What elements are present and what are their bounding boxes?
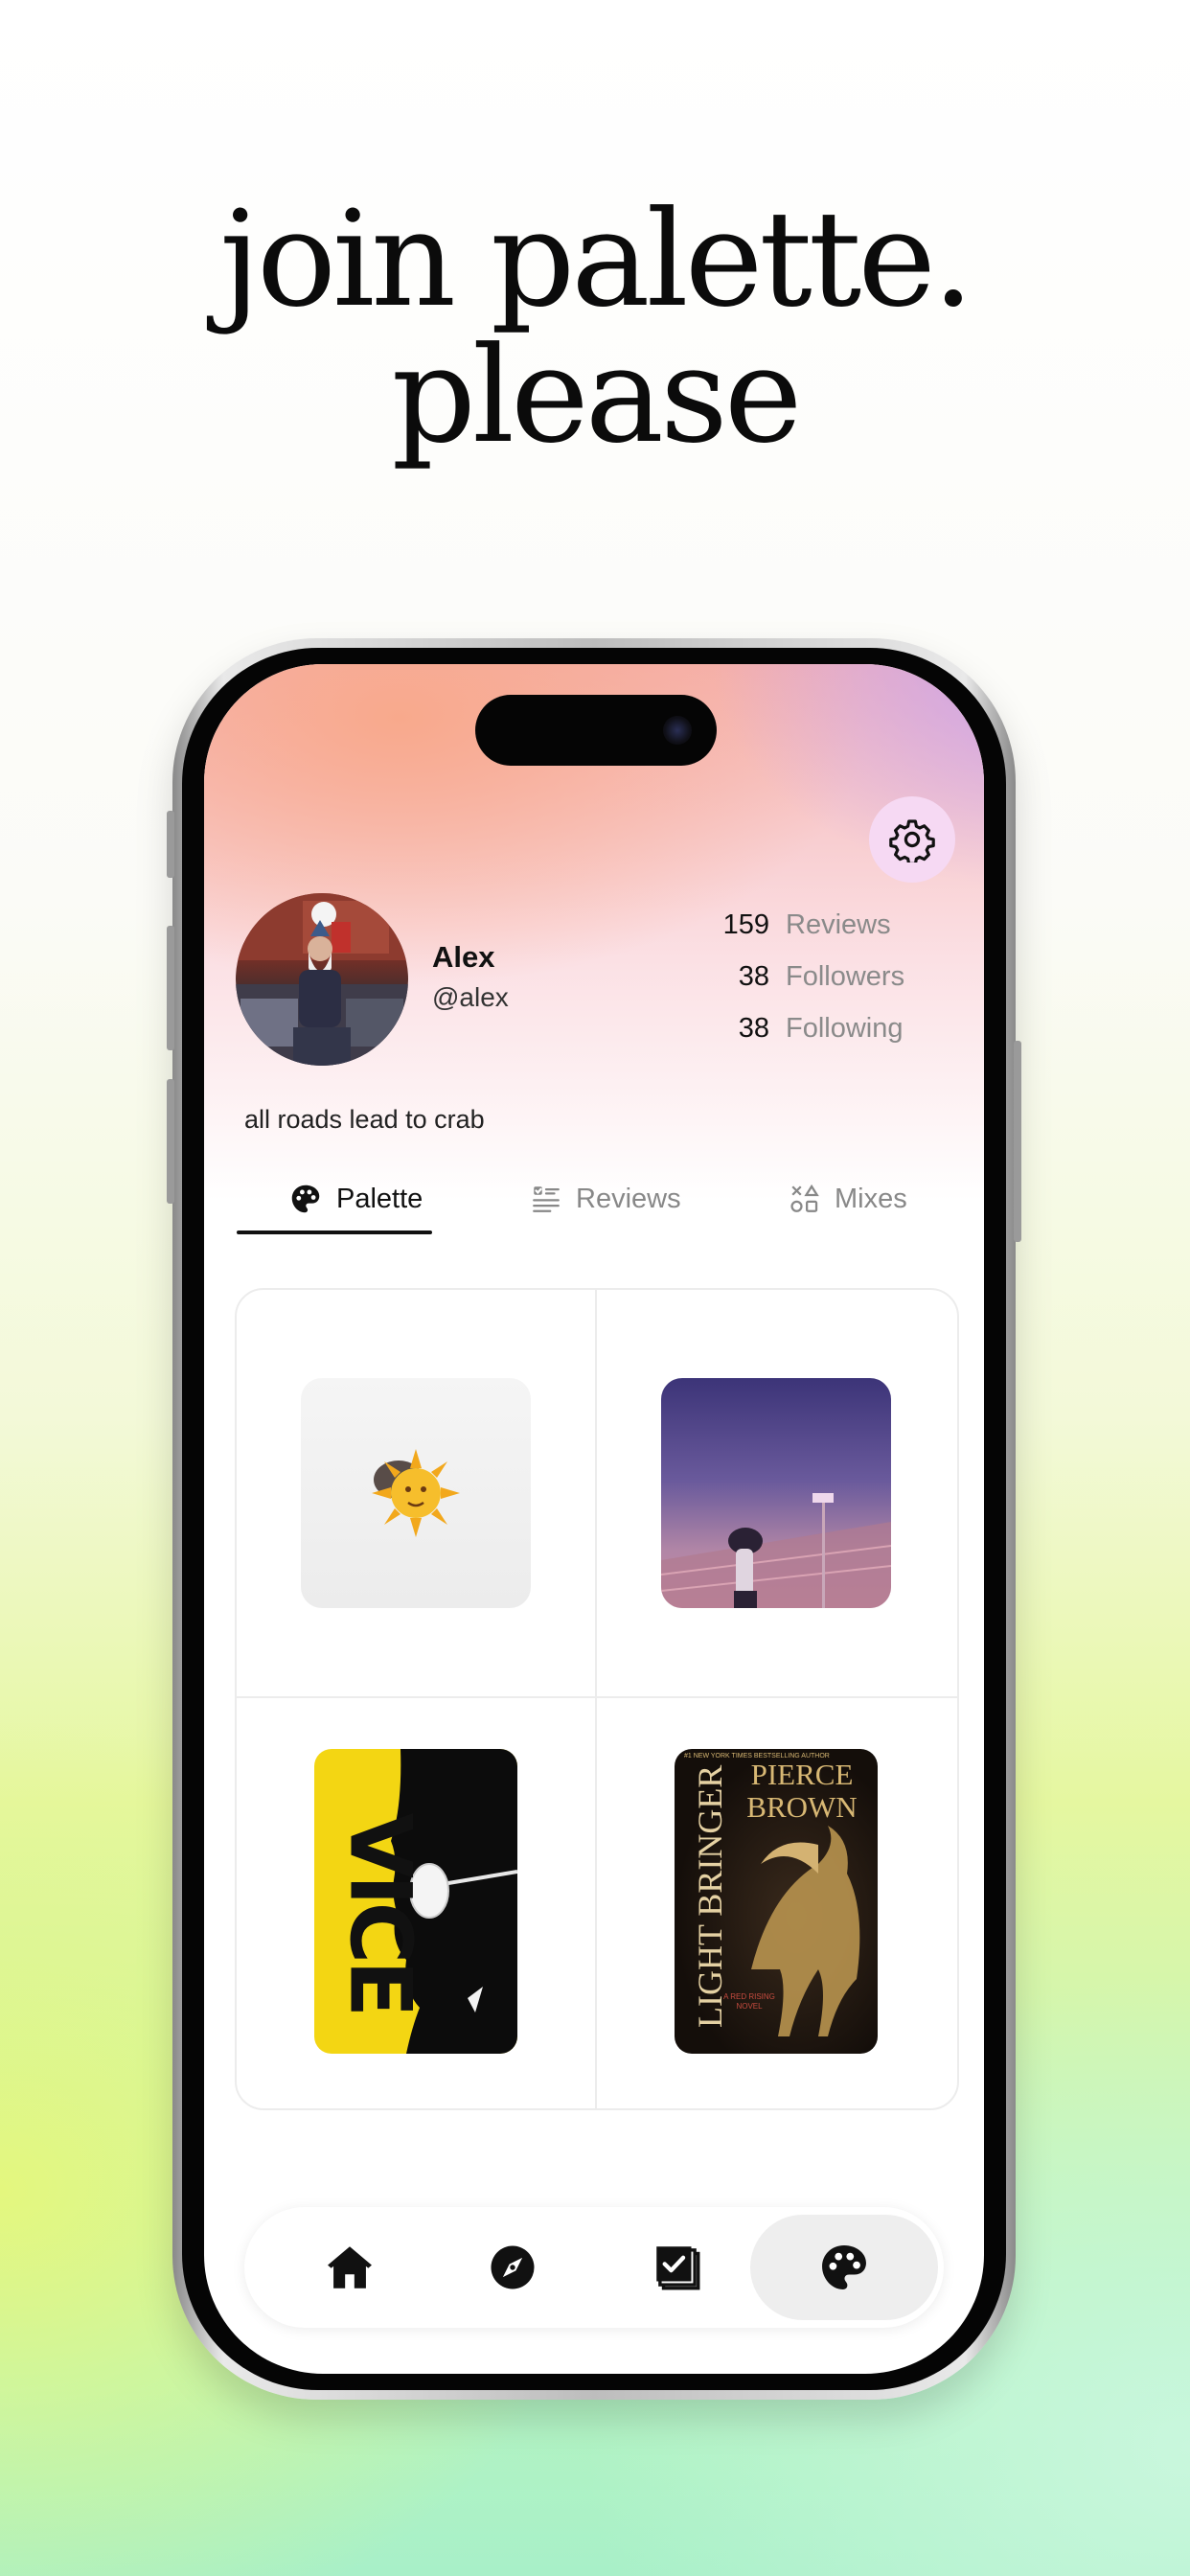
stat-label: Followers	[786, 961, 905, 992]
shapes-icon	[790, 1184, 819, 1212]
stat-following[interactable]: 38 Following	[683, 1007, 951, 1059]
profile-name: Alex	[432, 940, 495, 974]
tab-mixes[interactable]: Mixes	[789, 1162, 907, 1235]
app-screen: Alex @alex 159 Reviews 38 Followers 38 F…	[204, 664, 984, 2374]
book-series: A RED RISING NOVEL	[723, 1992, 775, 2011]
headline-line-2: please	[391, 318, 803, 472]
checklist-stack-icon	[656, 2246, 700, 2290]
settings-button[interactable]	[869, 796, 955, 883]
list-check-icon	[533, 1186, 560, 1212]
volume-down-button	[167, 1079, 174, 1204]
stat-reviews[interactable]: 159 Reviews	[683, 904, 951, 955]
silent-switch	[167, 811, 174, 878]
grid-item-night-album[interactable]	[597, 1290, 955, 1696]
stat-label: Reviews	[786, 909, 891, 940]
poster-vice: VICE	[314, 1749, 517, 2054]
home-icon	[328, 2246, 372, 2288]
power-button	[1014, 1041, 1021, 1242]
book-author: PIERCE BROWN	[730, 1759, 874, 1824]
book-title: LIGHT BRINGER	[691, 1764, 729, 2028]
headline: join palette. please	[0, 192, 1190, 464]
profile-handle: @alex	[432, 982, 509, 1012]
profile-stats: 159 Reviews 38 Followers 38 Following	[683, 904, 951, 1059]
dynamic-island	[475, 695, 717, 766]
nav-home[interactable]	[292, 2207, 407, 2328]
volume-up-button	[167, 926, 174, 1050]
stat-label: Following	[786, 1013, 904, 1044]
tab-label: Palette	[336, 1183, 423, 1214]
nav-explore[interactable]	[455, 2207, 570, 2328]
active-tab-indicator	[237, 1230, 432, 1234]
album-art-night	[661, 1378, 891, 1608]
nav-palette[interactable]	[787, 2207, 902, 2328]
night-stadium-artwork	[661, 1493, 891, 1608]
palette-grid: VICE #1 NEW YORK TIMES BESTSELLING AUTHO…	[235, 1288, 959, 2110]
avatar[interactable]	[236, 893, 408, 1066]
tab-label: Reviews	[576, 1183, 681, 1214]
profile-tabs: Palette Reviews Mixes	[225, 1162, 963, 1239]
grid-item-sun-album[interactable]	[237, 1290, 595, 1696]
profile-bio: all roads lead to crab	[244, 1105, 485, 1134]
stat-value: 38	[738, 961, 769, 992]
headline-line-1: join palette.	[219, 182, 974, 336]
stat-followers[interactable]: 38 Followers	[683, 955, 951, 1007]
avatar-photo	[236, 893, 408, 1066]
grid-item-lightbringer-book[interactable]: #1 NEW YORK TIMES BESTSELLING AUTHOR PIE…	[597, 1698, 955, 2104]
tab-label: Mixes	[835, 1183, 907, 1214]
book-author-first: PIERCE	[750, 1758, 854, 1791]
tab-palette[interactable]: Palette	[288, 1162, 423, 1235]
bottom-tab-bar	[244, 2207, 944, 2328]
book-cover-lightbringer: #1 NEW YORK TIMES BESTSELLING AUTHOR PIE…	[675, 1749, 878, 2054]
tab-reviews[interactable]: Reviews	[530, 1162, 681, 1235]
phone-frame: Alex @alex 159 Reviews 38 Followers 38 F…	[167, 638, 1021, 2400]
stat-value: 159	[722, 909, 769, 940]
album-art-sun	[301, 1378, 531, 1608]
poster-title: VICE	[331, 1812, 430, 2014]
grid-item-vice-movie[interactable]: VICE	[237, 1698, 595, 2104]
book-author-last: BROWN	[746, 1790, 858, 1824]
nav-lists[interactable]	[620, 2207, 735, 2328]
stat-value: 38	[738, 1013, 769, 1044]
palette-icon	[822, 2245, 866, 2289]
compass-icon	[491, 2245, 535, 2289]
gear-icon	[889, 819, 935, 862]
sun-face-artwork	[372, 1449, 460, 1537]
palette-icon	[291, 1184, 320, 1213]
